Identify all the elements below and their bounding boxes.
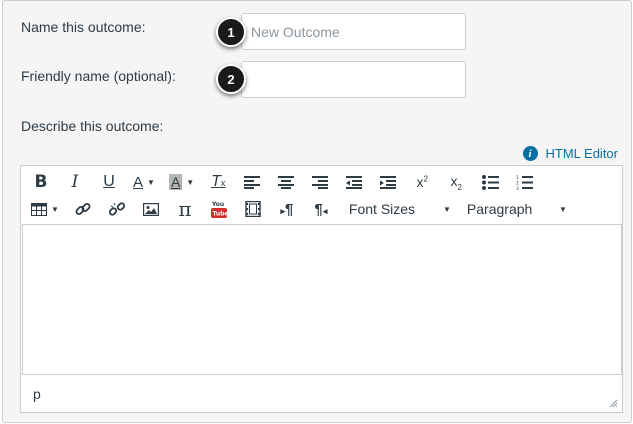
svg-text:3: 3	[516, 186, 519, 190]
youtube-button[interactable]: You Tube	[205, 196, 233, 222]
align-left-button[interactable]	[238, 169, 266, 195]
font-sizes-label: Font Sizes	[348, 201, 416, 217]
toolbar-row-1: B I U A ▼ A ▼ Tx x2 x2 1 2 3	[27, 169, 544, 195]
indent-icon	[380, 175, 397, 189]
html-editor-link[interactable]: i HTML Editor	[522, 146, 618, 161]
editor-toolbar: B I U A ▼ A ▼ Tx x2 x2 1 2 3 ▼ π You Tub…	[21, 166, 622, 224]
youtube-icon: You Tube	[210, 201, 227, 218]
callout-badge-2: 2	[216, 64, 246, 94]
link-button[interactable]	[69, 196, 97, 222]
editor-content-area[interactable]	[22, 224, 622, 375]
chevron-down-icon: ▼	[147, 177, 155, 187]
clear-formatting-button[interactable]: Tx	[204, 169, 232, 195]
chevron-down-icon: ▼	[186, 177, 195, 187]
outdent-icon	[346, 175, 363, 189]
subscript-button[interactable]: x2	[442, 169, 470, 195]
name-outcome-label: Name this outcome:	[21, 19, 146, 35]
paragraph-format-select[interactable]: Paragraph ▼	[461, 196, 573, 222]
bold-icon: B	[34, 172, 48, 192]
font-sizes-select[interactable]: Font Sizes ▼	[343, 196, 457, 222]
image-icon	[142, 202, 159, 216]
align-center-icon	[278, 175, 295, 189]
link-icon	[75, 203, 91, 215]
unlink-button[interactable]	[103, 196, 131, 222]
friendly-name-input[interactable]	[241, 61, 466, 98]
image-button[interactable]	[137, 196, 165, 222]
background-color-button[interactable]: A ▼	[165, 169, 198, 195]
ltr-icon: ▸¶	[280, 200, 294, 218]
svg-text:You: You	[211, 201, 224, 208]
align-right-button[interactable]	[306, 169, 334, 195]
italic-button[interactable]: I	[61, 169, 89, 195]
resize-handle-icon[interactable]	[609, 399, 618, 408]
chevron-down-icon: ▼	[443, 204, 451, 214]
ltr-button[interactable]: ▸¶	[273, 196, 301, 222]
toolbar-row-2: ▼ π You Tube ▸¶ ¶◂ Font Sizes ▼ Paragrap…	[27, 196, 573, 222]
bullet-list-button[interactable]	[476, 169, 504, 195]
bold-button[interactable]: B	[27, 169, 55, 195]
italic-icon: I	[71, 172, 79, 192]
align-left-icon	[244, 175, 261, 189]
describe-outcome-label: Describe this outcome:	[21, 118, 164, 134]
svg-text:2: 2	[516, 180, 519, 186]
chevron-down-icon: ▼	[51, 204, 59, 214]
info-icon: i	[522, 146, 538, 161]
outcome-name-input[interactable]	[241, 13, 466, 50]
unlink-icon	[108, 202, 125, 216]
callout-badge-1: 1	[216, 17, 246, 47]
rtl-icon: ¶◂	[314, 200, 328, 218]
friendly-name-label: Friendly name (optional):	[21, 68, 176, 84]
numbered-list-button[interactable]: 123	[510, 169, 538, 195]
indent-button[interactable]	[374, 169, 402, 195]
media-button[interactable]	[239, 196, 267, 222]
clear-formatting-icon: Tx	[211, 173, 226, 190]
underline-icon: U	[103, 173, 115, 190]
bullet-list-icon	[481, 174, 499, 190]
element-path[interactable]: p	[33, 386, 41, 402]
table-button[interactable]: ▼	[27, 196, 63, 222]
html-editor-label: HTML Editor	[545, 146, 618, 161]
paragraph-format-label: Paragraph	[466, 201, 533, 217]
svg-text:1: 1	[516, 175, 519, 181]
align-right-icon	[312, 175, 329, 189]
superscript-icon: x2	[416, 174, 428, 190]
svg-text:Tube: Tube	[212, 211, 227, 218]
underline-button[interactable]: U	[95, 169, 123, 195]
outdent-button[interactable]	[340, 169, 368, 195]
chevron-down-icon: ▼	[559, 204, 567, 214]
text-color-button[interactable]: A ▼	[129, 169, 159, 195]
superscript-button[interactable]: x2	[408, 169, 436, 195]
background-color-icon: A	[168, 174, 183, 190]
math-icon: π	[178, 197, 192, 221]
editor-statusbar: p	[21, 376, 622, 412]
media-icon	[245, 201, 261, 217]
rtl-button[interactable]: ¶◂	[307, 196, 335, 222]
subscript-icon: x2	[450, 172, 462, 192]
table-icon	[31, 202, 47, 216]
rich-text-editor: B I U A ▼ A ▼ Tx x2 x2 1 2 3 ▼ π You Tub…	[20, 165, 623, 413]
align-center-button[interactable]	[272, 169, 300, 195]
math-button[interactable]: π	[171, 196, 199, 222]
outcome-form-panel: Name this outcome: 1 Friendly name (opti…	[2, 0, 632, 423]
numbered-list-icon: 123	[516, 175, 533, 190]
text-color-icon: A	[133, 173, 144, 191]
